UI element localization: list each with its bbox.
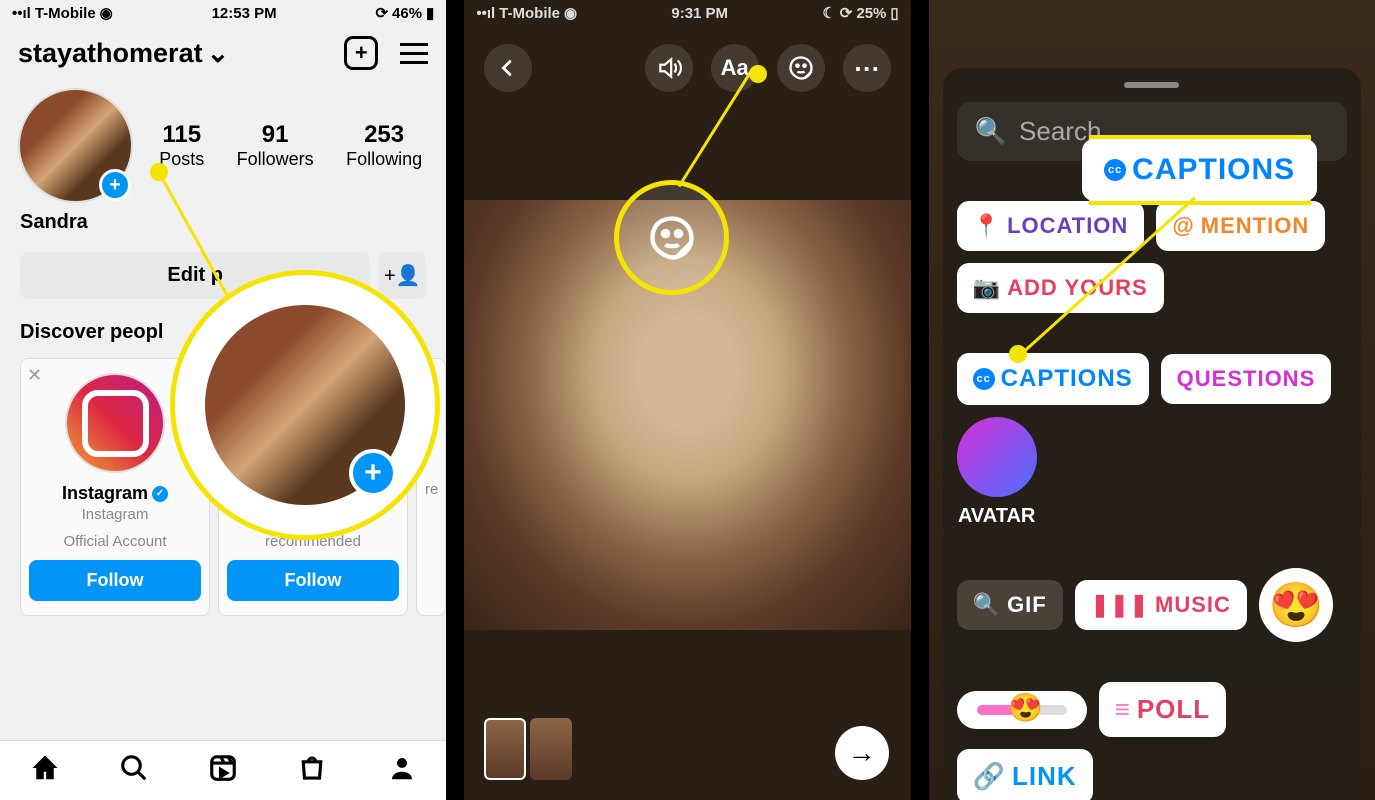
wifi-icon: ◉ <box>564 4 577 22</box>
questions-sticker[interactable]: QUESTIONS <box>1161 354 1332 404</box>
text-button[interactable]: Aa <box>711 44 759 92</box>
profile-avatar[interactable]: + <box>18 88 133 203</box>
home-icon[interactable] <box>30 753 60 788</box>
thumbnail[interactable] <box>530 718 572 780</box>
rotation-lock-icon: ⟳ <box>840 4 853 22</box>
sticker-button[interactable] <box>777 44 825 92</box>
poll-sticker[interactable]: ≡POLL <box>1099 682 1227 737</box>
avatar-sticker[interactable]: AVATAR <box>957 417 1037 528</box>
cc-icon: cc <box>973 368 995 390</box>
status-bar: ••ıl T-Mobile ◉ 9:31 PM ☾ ⟳ 25% ▯ <box>464 0 910 26</box>
mention-sticker[interactable]: @MENTION <box>1156 201 1325 251</box>
signal-icon: ••ıl <box>476 5 495 22</box>
profile-icon[interactable] <box>387 753 417 788</box>
following-stat[interactable]: 253Following <box>346 121 422 170</box>
bottom-nav <box>0 740 446 800</box>
rotation-lock-icon: ⟳ <box>375 4 388 22</box>
drag-handle[interactable] <box>1124 82 1179 88</box>
clock: 9:31 PM <box>671 5 728 22</box>
link-sticker[interactable]: 🔗LINK <box>957 749 1093 800</box>
search-input[interactable]: 🔍 Search <box>957 102 1347 161</box>
battery-pct: 46% <box>392 5 422 22</box>
follow-button[interactable]: Follow <box>227 560 399 601</box>
battery-pct: 25% <box>856 5 886 22</box>
carrier: T-Mobile <box>35 5 96 22</box>
search-icon: 🔍 <box>973 592 1001 618</box>
carrier: T-Mobile <box>499 5 560 22</box>
battery-icon: ▮ <box>426 4 434 22</box>
chevron-down-icon: ⌄ <box>207 38 230 69</box>
pin-icon: 📍 <box>973 213 1001 239</box>
more-button[interactable]: ⋯ <box>843 44 891 92</box>
at-icon: @ <box>1172 213 1194 239</box>
media-thumbnails <box>484 718 572 780</box>
status-bar: ••ıl T-Mobile ◉ 12:53 PM ⟳ 46% ▮ <box>0 0 446 26</box>
posts-stat[interactable]: 115Posts <box>159 121 204 170</box>
addyours-sticker[interactable]: 📷ADD YOURS <box>957 263 1164 313</box>
card-name: Instagram <box>62 483 148 504</box>
add-story-zoom-icon: + <box>349 449 397 497</box>
username-text: stayathomerat <box>18 38 203 69</box>
camera-icon: 📷 <box>973 275 1001 301</box>
profile-screen: ••ıl T-Mobile ◉ 12:53 PM ⟳ 46% ▮ stayath… <box>0 0 446 800</box>
shop-icon[interactable] <box>297 753 327 788</box>
create-button[interactable]: + <box>344 36 378 70</box>
sticker-tray-screen: 🔍 Search 📍LOCATION @MENTION 📷ADD YOURS cc… <box>929 0 1375 800</box>
avatar-icon <box>957 417 1037 497</box>
highlight-avatar-zoom: + <box>170 270 440 540</box>
reels-icon[interactable] <box>208 753 238 788</box>
audio-button[interactable] <box>645 44 693 92</box>
back-button[interactable] <box>484 44 532 92</box>
add-story-icon[interactable]: + <box>99 169 131 201</box>
sticker-sheet: 🔍 Search 📍LOCATION @MENTION 📷ADD YOURS cc… <box>943 68 1361 800</box>
next-button[interactable]: → <box>835 726 889 780</box>
profile-header: stayathomerat⌄ + <box>0 26 446 80</box>
discover-people-button[interactable]: +👤 <box>378 252 426 299</box>
equalizer-icon: ❚❚❚ <box>1091 592 1149 618</box>
battery-icon: ▯ <box>890 4 898 22</box>
display-name: Sandra <box>0 211 446 234</box>
gif-sticker[interactable]: 🔍GIF <box>957 580 1063 630</box>
dnd-icon: ☾ <box>822 4 835 22</box>
instagram-logo-icon <box>65 373 165 473</box>
list-icon: ≡ <box>1115 694 1131 725</box>
thumbnail[interactable] <box>484 718 526 780</box>
emoji-sticker[interactable]: 😍 <box>1259 568 1333 642</box>
story-editor-screen: ••ıl T-Mobile ◉ 9:31 PM ☾ ⟳ 25% ▯ Aa ⋯ → <box>464 0 910 800</box>
wifi-icon: ◉ <box>100 4 113 22</box>
followers-stat[interactable]: 91Followers <box>237 121 314 170</box>
signal-icon: ••ıl <box>12 5 31 22</box>
search-icon: 🔍 <box>975 116 1007 147</box>
clock: 12:53 PM <box>212 5 277 22</box>
search-icon[interactable] <box>119 753 149 788</box>
captions-sticker[interactable]: ccCAPTIONS <box>957 353 1149 405</box>
verified-icon: ✓ <box>152 486 168 502</box>
search-placeholder: Search <box>1019 116 1101 147</box>
follow-button[interactable]: Follow <box>29 560 201 601</box>
location-sticker[interactable]: 📍LOCATION <box>957 201 1145 251</box>
slider-sticker[interactable] <box>957 691 1087 729</box>
story-media[interactable] <box>464 200 910 630</box>
username-dropdown[interactable]: stayathomerat⌄ <box>18 38 229 69</box>
close-icon[interactable]: ✕ <box>27 365 42 386</box>
menu-button[interactable] <box>400 43 428 64</box>
music-sticker[interactable]: ❚❚❚MUSIC <box>1075 580 1247 630</box>
link-icon: 🔗 <box>973 761 1006 792</box>
